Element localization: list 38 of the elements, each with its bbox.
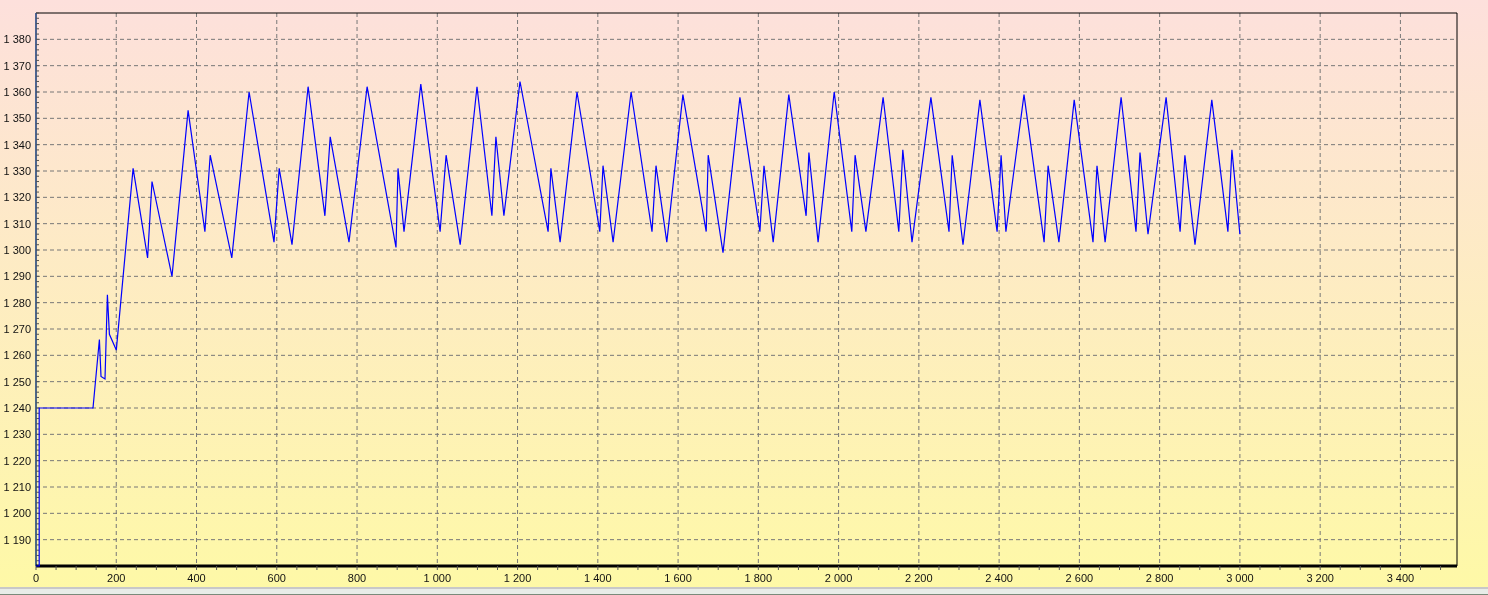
x-tick-label: 2 000 [824,572,853,584]
y-tick-label: 1 230 [3,428,31,441]
y-tick-label: 1 260 [3,349,31,362]
y-tick-label: 1 190 [3,533,31,546]
y-tick-label: 1 370 [3,59,31,72]
x-tick-label: 800 [347,572,367,584]
y-tick-label: 1 380 [3,33,31,46]
y-tick-label: 1 340 [3,138,31,151]
y-tick-label: 1 310 [3,217,31,230]
y-tick-label: 1 250 [3,375,31,388]
y-tick-label: 1 240 [3,402,31,414]
x-tick-label: 3 400 [1386,572,1415,584]
y-tick-label: 1 320 [3,191,31,204]
x-tick-label: 400 [187,572,206,584]
x-tick-label: 2 200 [905,572,933,584]
x-tick-label: 600 [267,572,286,584]
x-tick-label: 1 800 [744,572,773,584]
y-tick-label: 1 300 [3,244,31,256]
y-tick-label: 1 280 [3,296,31,309]
y-tick-label: 1 200 [3,507,31,520]
x-tick-label: 1 200 [503,572,532,584]
x-tick-label: 3 000 [1226,572,1254,584]
y-tick-label: 1 350 [3,112,31,125]
y-tick-label: 1 210 [3,481,31,493]
y-tick-label: 1 330 [3,165,31,177]
y-tick-label: 1 220 [3,454,31,467]
x-tick-label: 1 400 [584,572,612,584]
x-tick-label: 0 [32,572,40,584]
y-tick-label: 1 270 [3,323,31,335]
x-tick-label: 200 [107,572,126,584]
x-tick-label: 1 000 [423,572,452,584]
x-tick-label: 2 600 [1065,572,1094,584]
y-tick-label: 1 290 [3,270,31,283]
y-tick-label: 1 360 [3,86,31,98]
x-tick-label: 2 800 [1145,572,1174,584]
x-tick-label: 3 200 [1306,572,1334,584]
x-tick-label: 2 400 [985,572,1013,584]
x-tick-label: 1 600 [664,572,692,584]
